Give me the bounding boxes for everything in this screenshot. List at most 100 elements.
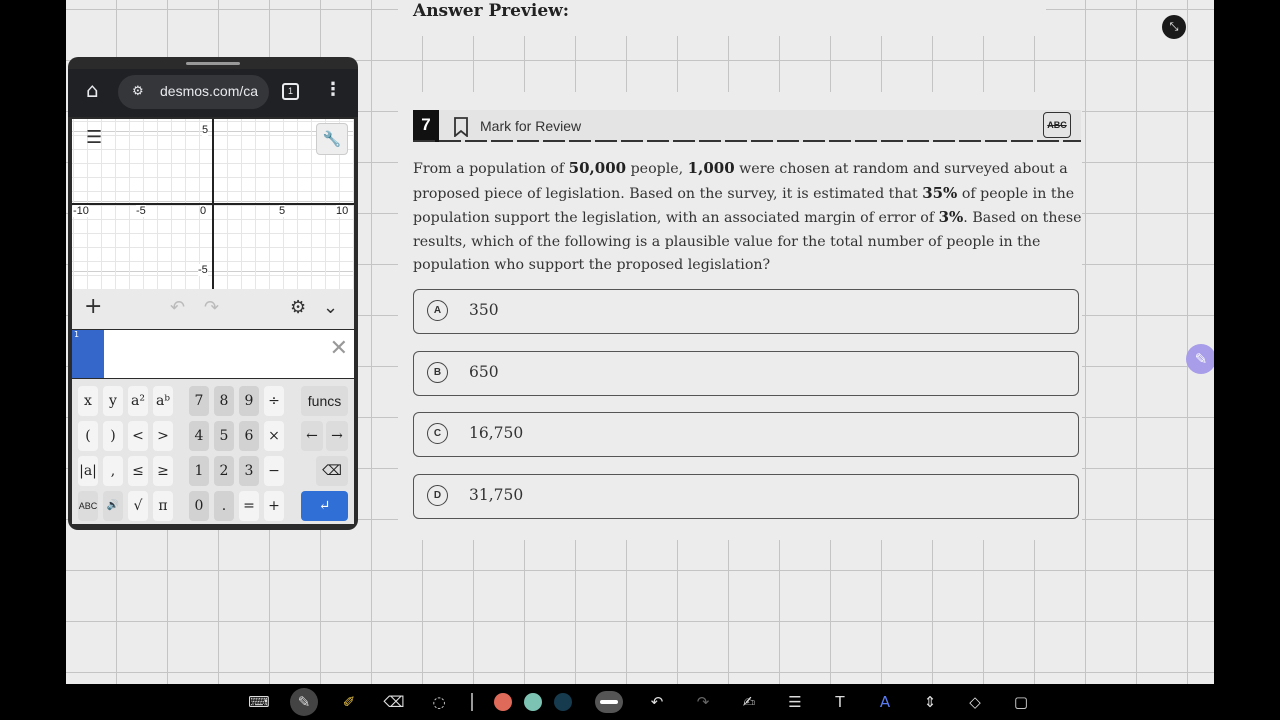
- right-arrow-icon[interactable]: →: [326, 421, 348, 451]
- shapes-icon[interactable]: ◇: [964, 691, 986, 713]
- option-text: 16,750: [469, 424, 524, 442]
- pen-icon[interactable]: ✎: [1186, 344, 1214, 374]
- key-6[interactable]: 6: [239, 421, 259, 451]
- desmos-floating-window[interactable]: ⌂ ⚙ desmos.com/ca 1 ⋮ -10 -5 0 5 10 5 -5…: [68, 57, 358, 530]
- keypad: x y a² aᵇ 7 8 9 ÷ funcs ( ) < > 4 5 6 × …: [72, 379, 354, 524]
- key-2[interactable]: 2: [214, 456, 234, 486]
- address-bar[interactable]: ⚙ desmos.com/ca: [118, 75, 269, 109]
- tick-label: -10: [73, 205, 89, 217]
- lasso-icon[interactable]: ◌: [428, 691, 450, 713]
- key-8[interactable]: 8: [214, 386, 234, 416]
- drawing-toolbar: ⌨ ✎ ✐ ⌫ ◌ ↶ ↷ ✍ ☰ T A ⇕ ◇ ▢: [0, 684, 1280, 720]
- key-equals[interactable]: =: [239, 491, 259, 521]
- home-icon[interactable]: ⌂: [86, 78, 99, 102]
- window-drag-handle[interactable]: [186, 62, 240, 65]
- key-decimal[interactable]: .: [214, 491, 234, 521]
- key-pi[interactable]: π: [153, 491, 173, 521]
- tick-label: 5: [279, 205, 286, 217]
- answer-option-d[interactable]: D 31,750: [413, 474, 1079, 519]
- redo-icon[interactable]: ↷: [204, 297, 219, 318]
- key-leq[interactable]: ≤: [128, 456, 148, 486]
- key-7[interactable]: 7: [189, 386, 209, 416]
- header-divider: [413, 140, 1081, 142]
- mark-for-review-label[interactable]: Mark for Review: [480, 118, 581, 134]
- collapse-list-icon[interactable]: ⌄: [323, 297, 338, 318]
- key-comma[interactable]: ,: [103, 456, 123, 486]
- highlighter-icon[interactable]: ✐: [338, 691, 360, 713]
- stroke-width-button[interactable]: [595, 691, 623, 713]
- toolbar-divider: [471, 693, 473, 711]
- funcs-button[interactable]: funcs: [301, 386, 348, 416]
- expression-toolbar: + ↶ ↷ ⚙ ⌄: [72, 289, 354, 329]
- undo-icon[interactable]: ↶: [646, 691, 668, 713]
- hamburger-menu-icon[interactable]: ☰: [86, 127, 102, 148]
- font-icon[interactable]: A: [874, 691, 896, 713]
- key-a-squared[interactable]: a²: [128, 386, 148, 416]
- abc-eliminator-button[interactable]: ABC: [1043, 112, 1071, 138]
- key-right-paren[interactable]: ): [103, 421, 123, 451]
- bookmark-icon[interactable]: [453, 117, 469, 137]
- key-y[interactable]: y: [103, 386, 123, 416]
- key-0[interactable]: 0: [189, 491, 209, 521]
- graph-paper[interactable]: -10 -5 0 5 10 5 -5 ☰ 🔧: [72, 119, 354, 289]
- backspace-icon[interactable]: ⌫: [316, 456, 348, 486]
- key-left-paren[interactable]: (: [78, 421, 98, 451]
- question-header: 7 Mark for Review ABC: [413, 110, 1081, 142]
- keyboard-icon[interactable]: ⌨: [248, 691, 270, 713]
- key-a-power-b[interactable]: aᵇ: [153, 386, 173, 416]
- undo-icon[interactable]: ↶: [170, 297, 185, 318]
- abc-keyboard-button[interactable]: ABC: [78, 491, 98, 521]
- key-x[interactable]: x: [78, 386, 98, 416]
- tick-label: 10: [336, 205, 349, 217]
- key-divide[interactable]: ÷: [264, 386, 284, 416]
- color-swatch-navy[interactable]: [554, 693, 572, 711]
- redo-icon[interactable]: ↷: [692, 691, 714, 713]
- key-greater-than[interactable]: >: [153, 421, 173, 451]
- key-plus[interactable]: +: [264, 491, 284, 521]
- key-4[interactable]: 4: [189, 421, 209, 451]
- expression-index: 1: [72, 330, 104, 378]
- tabs-icon[interactable]: 1: [282, 83, 299, 100]
- tick-label: 0: [200, 205, 207, 217]
- color-swatch-teal[interactable]: [524, 693, 542, 711]
- option-letter: B: [427, 362, 448, 383]
- key-geq[interactable]: ≥: [153, 456, 173, 486]
- key-minus[interactable]: −: [264, 456, 284, 486]
- key-less-than[interactable]: <: [128, 421, 148, 451]
- key-sqrt[interactable]: √: [128, 491, 148, 521]
- answer-option-b[interactable]: B 650: [413, 351, 1079, 396]
- answer-option-c[interactable]: C 16,750: [413, 412, 1079, 457]
- y-axis: [212, 119, 214, 289]
- option-text: 31,750: [469, 486, 524, 504]
- left-arrow-icon[interactable]: ←: [301, 421, 323, 451]
- site-settings-icon[interactable]: ⚙: [132, 84, 144, 99]
- question-text: From a population of 50,000 people, 1,00…: [413, 159, 1082, 273]
- key-abs[interactable]: |a|: [78, 456, 98, 486]
- option-letter: A: [427, 300, 448, 321]
- align-icon[interactable]: ☰: [784, 691, 806, 713]
- key-multiply[interactable]: ×: [264, 421, 284, 451]
- more-menu-icon[interactable]: ⋮: [324, 79, 342, 100]
- collapse-icon[interactable]: ⤡: [1162, 15, 1186, 39]
- sticker-icon[interactable]: ▢: [1010, 691, 1032, 713]
- url-text: desmos.com/ca: [160, 83, 259, 99]
- key-9[interactable]: 9: [239, 386, 259, 416]
- eraser-icon[interactable]: ⌫: [383, 691, 405, 713]
- answer-option-a[interactable]: A 350: [413, 289, 1079, 334]
- audio-icon[interactable]: 🔊: [103, 491, 123, 521]
- option-letter: D: [427, 485, 448, 506]
- key-1[interactable]: 1: [189, 456, 209, 486]
- text-tool-icon[interactable]: T: [829, 691, 851, 713]
- pen-tool-icon[interactable]: ✎: [290, 688, 318, 716]
- color-swatch-red[interactable]: [494, 693, 512, 711]
- key-3[interactable]: 3: [239, 456, 259, 486]
- shape-text-icon[interactable]: ✍: [738, 691, 760, 713]
- close-icon[interactable]: ✕: [330, 336, 348, 361]
- enter-icon[interactable]: ↵: [301, 491, 348, 521]
- gear-icon[interactable]: ⚙: [290, 297, 306, 318]
- expression-row[interactable]: 1 ✕: [72, 330, 354, 378]
- insert-space-icon[interactable]: ⇕: [919, 691, 941, 713]
- key-5[interactable]: 5: [214, 421, 234, 451]
- add-icon[interactable]: +: [84, 294, 102, 319]
- wrench-icon[interactable]: 🔧: [316, 123, 348, 155]
